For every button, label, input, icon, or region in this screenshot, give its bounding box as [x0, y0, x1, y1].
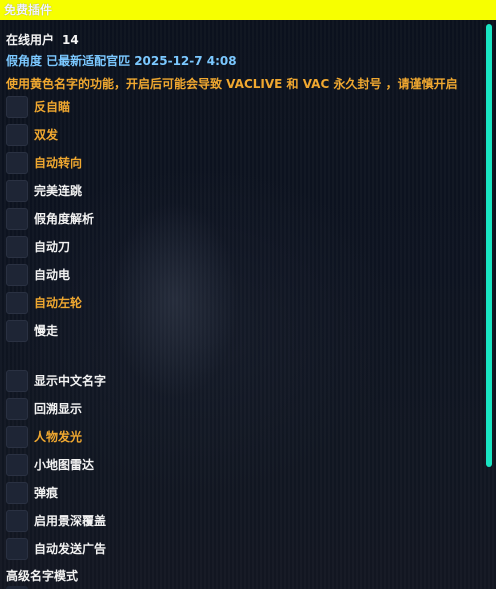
- feature-label: 显示中文名字: [34, 374, 107, 388]
- feature-toggle[interactable]: 显示中文名字: [6, 370, 306, 392]
- checkbox[interactable]: [6, 264, 28, 286]
- feature-toggle[interactable]: 假角度解析: [6, 208, 306, 230]
- feature-toggle[interactable]: 启用景深覆盖: [6, 510, 306, 532]
- main-panel: 在线用户 14 假角度 已最新适配官匹 2025-12-7 4:08 使用黄色名字的…: [0, 20, 484, 589]
- feature-label: 自动转向: [34, 156, 83, 170]
- feature-label: 双发: [34, 128, 59, 142]
- advanced-name-mode-title: 高级名字模式: [6, 569, 79, 583]
- scrollbar[interactable]: [486, 24, 492, 467]
- feature-label: 小地图雷达: [34, 458, 95, 472]
- feature-toggle[interactable]: 自动发送广告: [6, 538, 306, 560]
- checkbox[interactable]: [6, 426, 28, 448]
- feature-toggle[interactable]: 自动转向: [6, 152, 306, 174]
- feature-label: 假角度解析: [34, 212, 95, 226]
- window-title: 免费插件: [4, 3, 53, 17]
- version-date: 2025-12-7 4:08: [134, 54, 237, 68]
- checkbox[interactable]: [6, 152, 28, 174]
- checkbox[interactable]: [6, 208, 28, 230]
- feature-label: 慢走: [34, 324, 59, 338]
- checkbox[interactable]: [6, 454, 28, 476]
- warning-text: 使用黄色名字的功能，开启后可能会导致 VACLIVE 和 VAC 永久封号 ，请…: [6, 77, 458, 91]
- checkbox[interactable]: [6, 320, 28, 342]
- checkbox[interactable]: [6, 482, 28, 504]
- feature-label: 自动发送广告: [34, 542, 107, 556]
- feature-label: 自动左轮: [34, 296, 83, 310]
- checkbox[interactable]: [6, 510, 28, 532]
- feature-toggle[interactable]: 弹痕: [6, 482, 306, 504]
- feature-toggle[interactable]: 自动刀: [6, 236, 306, 258]
- feature-toggle[interactable]: 小地图雷达: [6, 454, 306, 476]
- feature-label: 自动电: [34, 268, 71, 282]
- title-bar[interactable]: 免费插件: [0, 0, 496, 20]
- feature-toggle[interactable]: 完美连跳: [6, 180, 306, 202]
- feature-label: 启用景深覆盖: [34, 514, 107, 528]
- feature-label: 回溯显示: [34, 402, 83, 416]
- feature-toggle[interactable]: 反自瞄: [6, 96, 306, 118]
- checkbox[interactable]: [6, 96, 28, 118]
- feature-toggle[interactable]: 慢走: [6, 320, 306, 342]
- feature-label: 完美连跳: [34, 184, 83, 198]
- checkbox[interactable]: [6, 398, 28, 420]
- checkbox[interactable]: [6, 236, 28, 258]
- checkbox[interactable]: [6, 370, 28, 392]
- feature-label: 人物发光: [34, 430, 83, 444]
- feature-label: 弹痕: [34, 486, 59, 500]
- feature-toggle[interactable]: 回溯显示: [6, 398, 306, 420]
- feature-label: 自动刀: [34, 240, 71, 254]
- feature-toggle[interactable]: 人物发光: [6, 426, 306, 448]
- feature-toggle[interactable]: 自动电: [6, 264, 306, 286]
- online-users: 在线用户 14: [6, 32, 79, 48]
- feature-toggle[interactable]: 双发: [6, 124, 306, 146]
- checkbox[interactable]: [6, 292, 28, 314]
- checkbox[interactable]: [6, 124, 28, 146]
- checkbox[interactable]: [6, 538, 28, 560]
- online-users-label: 在线用户: [6, 33, 55, 47]
- version-text: 假角度 已最新适配官匹: [6, 54, 131, 68]
- online-users-count: 14: [62, 33, 79, 47]
- checkbox[interactable]: [6, 180, 28, 202]
- version-info: 假角度 已最新适配官匹 2025-12-7 4:08: [6, 53, 237, 69]
- feature-label: 反自瞄: [34, 100, 71, 114]
- feature-toggle[interactable]: 自动左轮: [6, 292, 306, 314]
